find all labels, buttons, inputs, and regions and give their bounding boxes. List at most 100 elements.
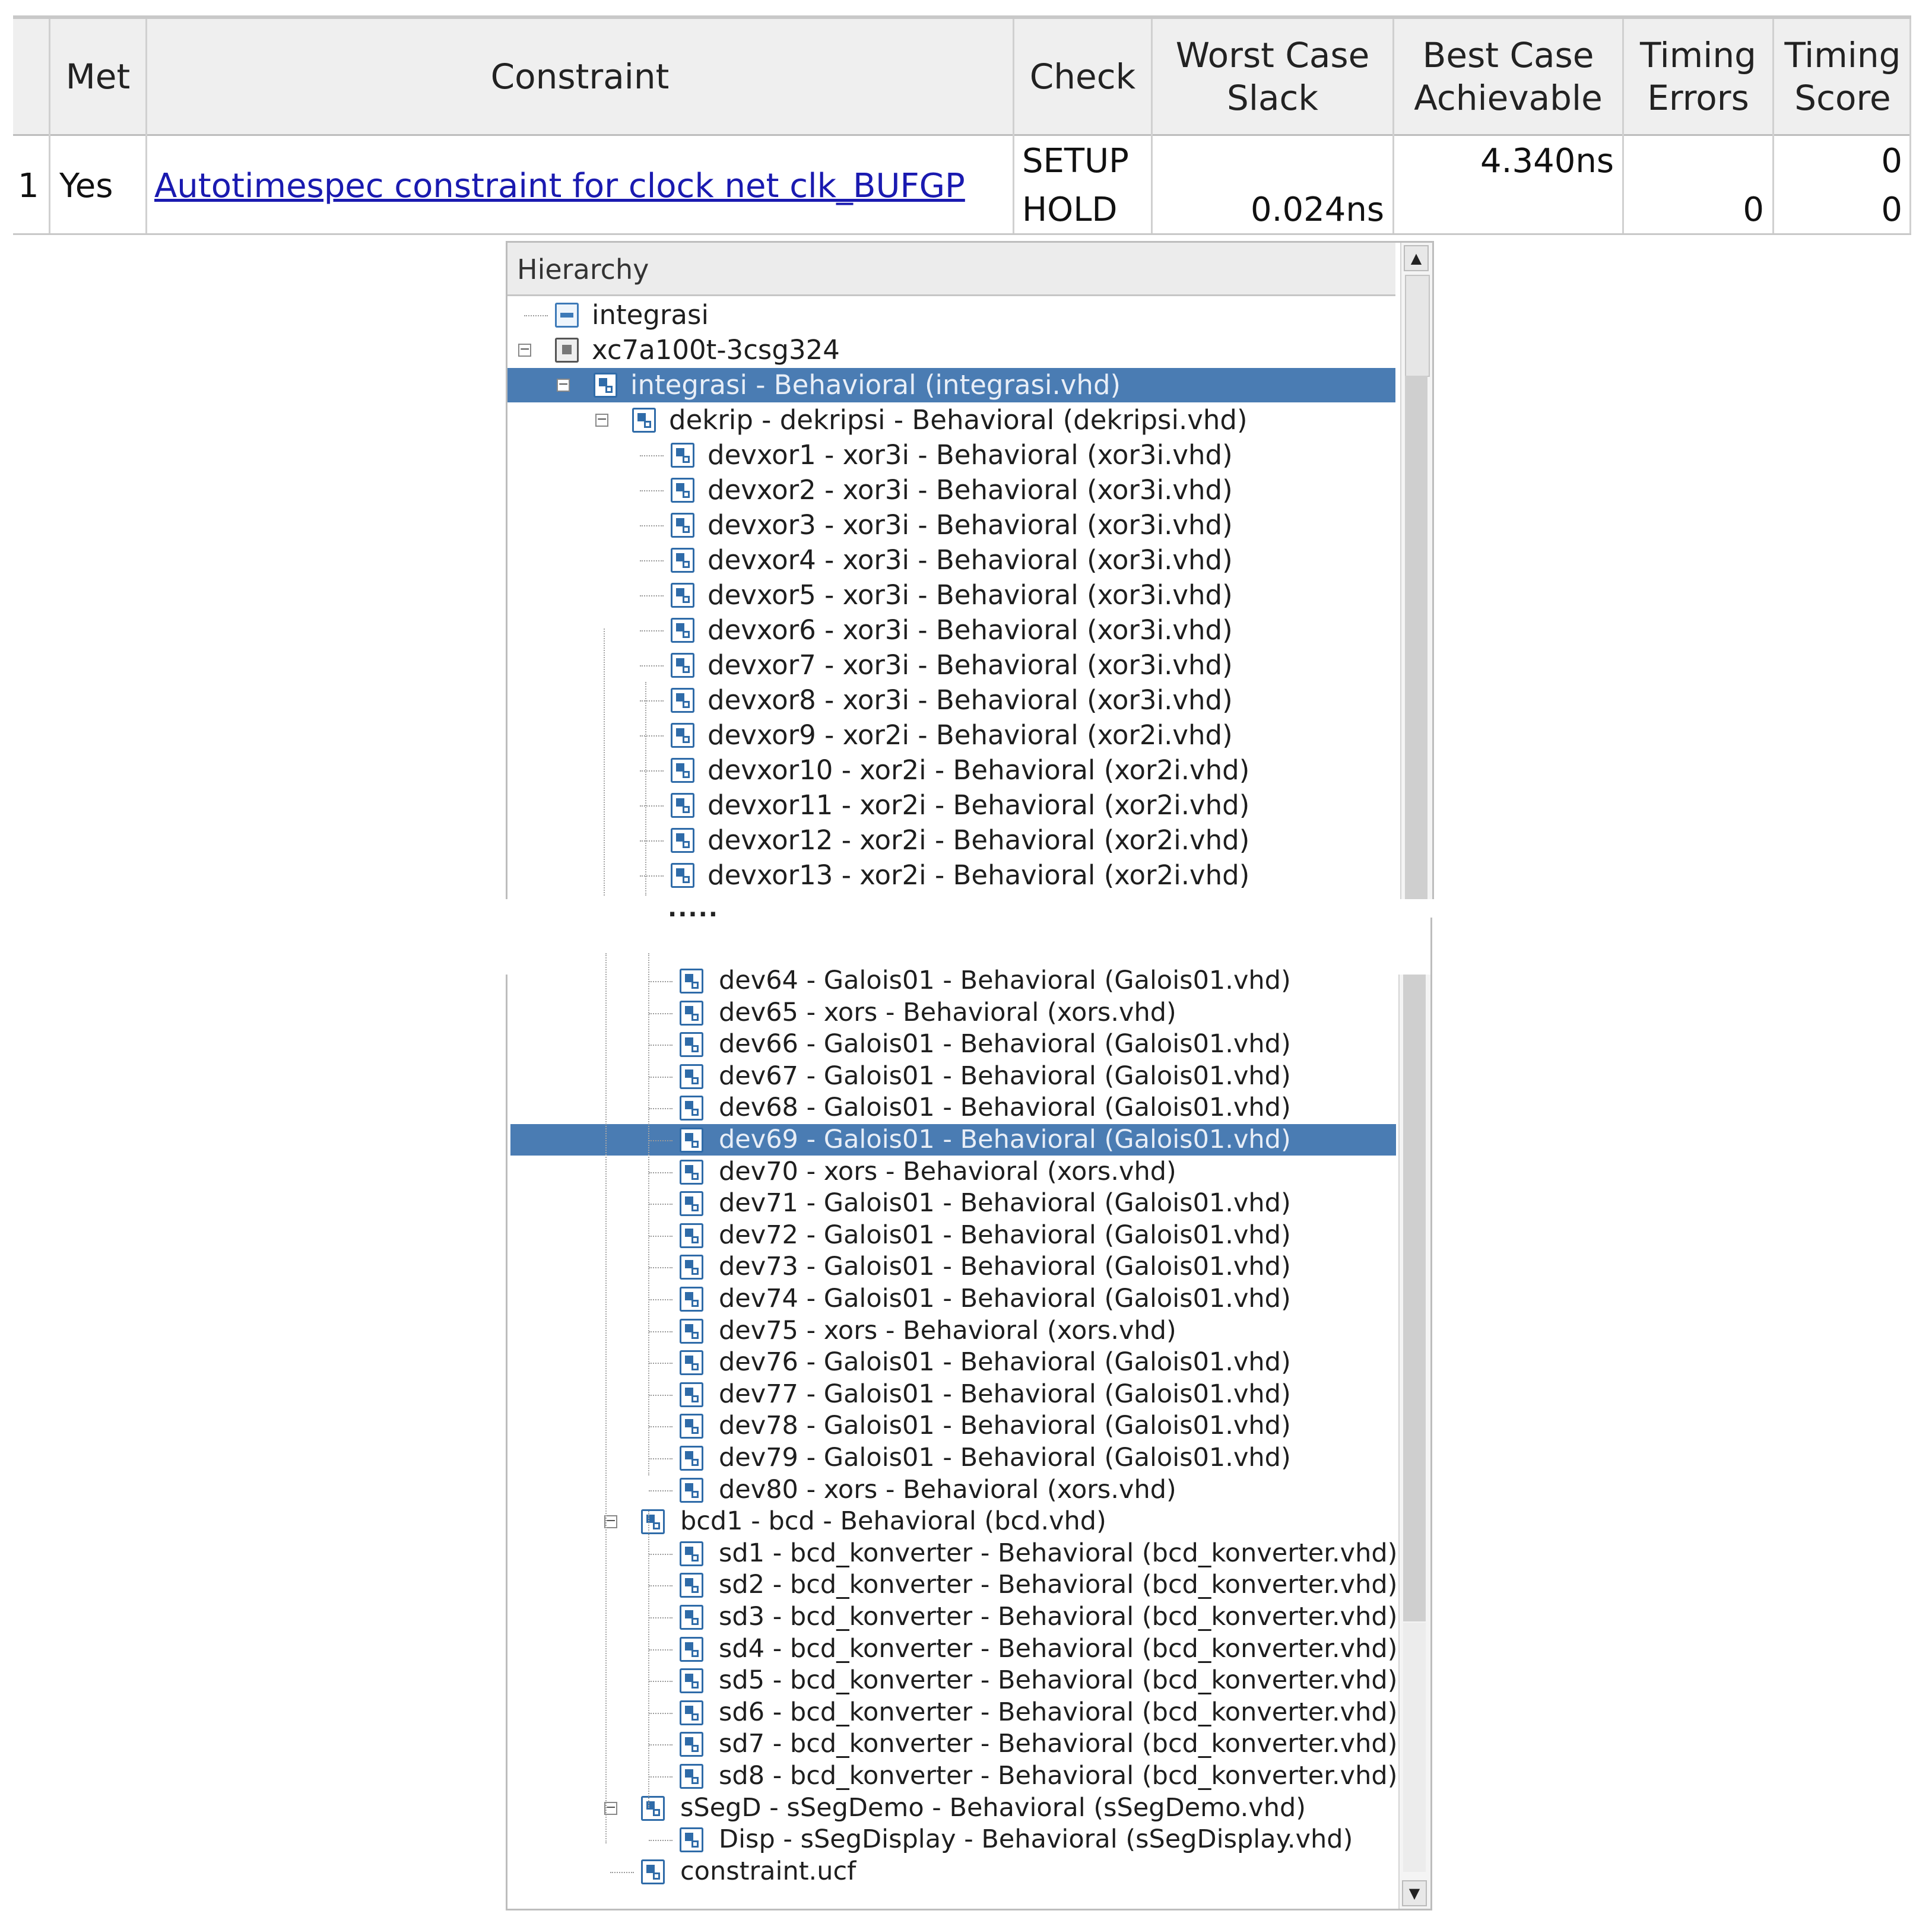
tree-node-sd8[interactable]: sd8 - bcd_konverter - Behavioral (bcd_ko… (510, 1760, 1397, 1792)
tree-guide (648, 1511, 649, 1808)
tree-node-label: dev64 - Galois01 - Behavioral (Galois01.… (719, 966, 1291, 995)
tree-node-sd7[interactable]: sd7 - bcd_konverter - Behavioral (bcd_ko… (510, 1728, 1397, 1760)
header-check[interactable]: Check (1014, 19, 1151, 134)
tree-node-dev77[interactable]: dev77 - Galois01 - Behavioral (Galois01.… (510, 1379, 1396, 1410)
tree-node-sd3[interactable]: sd3 - bcd_konverter - Behavioral (bcd_ko… (510, 1601, 1397, 1633)
tree-node-label: dev65 - xors - Behavioral (xors.vhd) (719, 997, 1176, 1027)
tree-node-dev67[interactable]: dev67 - Galois01 - Behavioral (Galois01.… (510, 1061, 1396, 1092)
tree-node-devxor1[interactable]: devxor1 - xor3i - Behavioral (xor3i.vhd) (507, 438, 1395, 472)
tree-node-devxor8[interactable]: devxor8 - xor3i - Behavioral (xor3i.vhd) (507, 683, 1395, 718)
collapse-toggle[interactable]: − (595, 413, 608, 427)
tree-connector (640, 490, 664, 491)
tree-node-dev75[interactable]: dev75 - xors - Behavioral (xors.vhd) (510, 1315, 1396, 1347)
header-timing-errors[interactable]: Timing Errors (1624, 19, 1772, 134)
tree-connector (649, 1458, 672, 1459)
row-index: 1 (18, 167, 39, 205)
tree-connector (610, 1871, 634, 1873)
scroll-down-arrow[interactable]: ▼ (1402, 1880, 1427, 1906)
vhdl-file-icon (641, 1509, 665, 1535)
constraint-link[interactable]: Autotimespec constraint for clock net cl… (154, 167, 965, 205)
header-constraint[interactable]: Constraint (147, 19, 1013, 134)
tree-connector (649, 1045, 672, 1046)
tree-node-sd5[interactable]: sd5 - bcd_konverter - Behavioral (bcd_ko… (510, 1665, 1397, 1696)
tree-node-label: dev72 - Galois01 - Behavioral (Galois01.… (719, 1220, 1291, 1250)
header-best-case-achievable[interactable]: Best Case Achievable (1394, 19, 1622, 134)
tree-node-label: dev67 - Galois01 - Behavioral (Galois01.… (719, 1061, 1291, 1091)
tree-node-devxor12[interactable]: devxor12 - xor2i - Behavioral (xor2i.vhd… (507, 823, 1395, 858)
tree-connector (524, 315, 548, 316)
tree-node-dev68[interactable]: dev68 - Galois01 - Behavioral (Galois01.… (510, 1092, 1396, 1123)
tree-node-dev64[interactable]: dev64 - Galois01 - Behavioral (Galois01.… (510, 965, 1396, 996)
tree-node-devxor13[interactable]: devxor13 - xor2i - Behavioral (xor2i.vhd… (507, 858, 1395, 893)
tree-node-devxor10[interactable]: devxor10 - xor2i - Behavioral (xor2i.vhd… (507, 753, 1395, 788)
table-row[interactable]: 1 Yes Autotimespec constraint for clock … (13, 136, 1911, 235)
tree-connector (640, 525, 664, 526)
tree-node-bcd1[interactable]: − bcd1 - bcd - Behavioral (bcd.vhd) (510, 1506, 1396, 1537)
tree-node-sd4[interactable]: sd4 - bcd_konverter - Behavioral (bcd_ko… (510, 1633, 1397, 1665)
vhdl-file-icon (680, 1541, 703, 1566)
hierarchy-panel-continued: dev64 - Galois01 - Behavioral (Galois01.… (506, 918, 1432, 1910)
vhdl-file-icon (680, 1032, 703, 1058)
vhdl-file-icon (671, 758, 694, 783)
tree-node-devxor11[interactable]: devxor11 - xor2i - Behavioral (xor2i.vhd… (507, 788, 1395, 823)
vertical-scrollbar[interactable]: ▲ (1400, 243, 1432, 899)
tree-node-dev69[interactable]: dev69 - Galois01 - Behavioral (Galois01.… (510, 1124, 1396, 1156)
tree-node-devxor7[interactable]: devxor7 - xor3i - Behavioral (xor3i.vhd) (507, 648, 1395, 683)
scroll-up-arrow[interactable]: ▲ (1404, 245, 1429, 271)
tree-connector (649, 1617, 672, 1618)
vhdl-file-icon (671, 583, 694, 608)
tree-node-sd6[interactable]: sd6 - bcd_konverter - Behavioral (bcd_ko… (510, 1697, 1397, 1728)
vhdl-file-icon (671, 443, 694, 468)
tree-node-integrasi[interactable]: − integrasi - Behavioral (integrasi.vhd) (507, 368, 1395, 402)
tree-connector (649, 1299, 672, 1300)
tree-node-dev73[interactable]: dev73 - Galois01 - Behavioral (Galois01.… (510, 1251, 1396, 1283)
tree-node-dev70[interactable]: dev70 - xors - Behavioral (xors.vhd) (510, 1156, 1396, 1188)
tree-node-dev65[interactable]: dev65 - xors - Behavioral (xors.vhd) (510, 997, 1396, 1029)
tree-node-dev78[interactable]: dev78 - Galois01 - Behavioral (Galois01.… (510, 1410, 1396, 1442)
vhdl-file-icon (680, 1000, 703, 1026)
collapse-toggle[interactable]: − (518, 343, 531, 357)
collapse-toggle[interactable]: − (557, 378, 570, 392)
tree-node-devxor3[interactable]: devxor3 - xor3i - Behavioral (xor3i.vhd) (507, 508, 1395, 542)
tree-node-dev74[interactable]: dev74 - Galois01 - Behavioral (Galois01.… (510, 1283, 1396, 1315)
header-met[interactable]: Met (50, 19, 145, 134)
tree-node-label: dev77 - Galois01 - Behavioral (Galois01.… (719, 1379, 1291, 1409)
tree-guide (648, 953, 649, 1475)
scrollbar-thumb[interactable] (1405, 275, 1430, 377)
tree-node-dev76[interactable]: dev76 - Galois01 - Behavioral (Galois01.… (510, 1347, 1396, 1378)
vhdl-file-icon (680, 1128, 703, 1153)
tree-node-ssegd[interactable]: − sSegD - sSegDemo - Behavioral (sSegDemo… (510, 1792, 1396, 1824)
vhdl-file-icon (680, 1159, 703, 1185)
table-header: Met Constraint Check Worst Case Slack Be… (13, 19, 1911, 136)
tree-node-sd2[interactable]: sd2 - bcd_konverter - Behavioral (bcd_ko… (510, 1569, 1397, 1601)
tree-node-label: dev76 - Galois01 - Behavioral (Galois01.… (719, 1347, 1291, 1378)
vhdl-file-icon (680, 1064, 703, 1089)
tree-node-dev80[interactable]: dev80 - xors - Behavioral (xors.vhd) (510, 1474, 1396, 1506)
tree-node-devxor4[interactable]: devxor4 - xor3i - Behavioral (xor3i.vhd) (507, 543, 1395, 577)
tree-node-label: dev79 - Galois01 - Behavioral (Galois01.… (719, 1443, 1291, 1472)
tree-node-label: devxor7 - xor3i - Behavioral (xor3i.vhd) (708, 649, 1233, 681)
tree-node-devxor6[interactable]: devxor6 - xor3i - Behavioral (xor3i.vhd) (507, 613, 1395, 648)
tree-node-devxor9[interactable]: devxor9 - xor2i - Behavioral (xor2i.vhd) (507, 718, 1395, 753)
vhdl-file-icon (680, 1350, 703, 1376)
tree-node-dekrip[interactable]: − dekrip - dekripsi - Behavioral (dekrips… (507, 403, 1395, 437)
header-timing-score[interactable]: Timing Score (1774, 19, 1911, 134)
tree-node-xc7a100t-3csg324[interactable]: − xc7a100t-3csg324 (507, 333, 1395, 367)
tree-node-constraint-ucf[interactable]: constraint.ucf (510, 1856, 1396, 1887)
tree-node-disp[interactable]: Disp - sSegDisplay - Behavioral (sSegDis… (510, 1824, 1396, 1855)
tree-node-label: sSegD - sSegDemo - Behavioral (sSegDemo.… (680, 1792, 1306, 1823)
tree-connector (640, 630, 664, 631)
vhdl-file-icon (671, 863, 694, 888)
vhdl-file-icon (680, 1668, 703, 1694)
tree-node-dev72[interactable]: dev72 - Galois01 - Behavioral (Galois01.… (510, 1220, 1396, 1251)
tree-node-dev71[interactable]: dev71 - Galois01 - Behavioral (Galois01.… (510, 1188, 1396, 1219)
scrollbar-thumb[interactable] (1403, 1623, 1426, 1872)
tree-node-integrasi[interactable]: integrasi (507, 298, 1395, 332)
tree-node-dev79[interactable]: dev79 - Galois01 - Behavioral (Galois01.… (510, 1442, 1396, 1474)
tree-node-devxor2[interactable]: devxor2 - xor3i - Behavioral (xor3i.vhd) (507, 473, 1395, 507)
vertical-scrollbar[interactable]: ▼ (1398, 975, 1430, 1909)
tree-node-dev66[interactable]: dev66 - Galois01 - Behavioral (Galois01.… (510, 1029, 1396, 1060)
tree-node-sd1[interactable]: sd1 - bcd_konverter - Behavioral (bcd_ko… (510, 1538, 1397, 1569)
header-worst-case-slack[interactable]: Worst Case Slack (1153, 19, 1392, 134)
tree-node-devxor5[interactable]: devxor5 - xor3i - Behavioral (xor3i.vhd) (507, 578, 1395, 612)
